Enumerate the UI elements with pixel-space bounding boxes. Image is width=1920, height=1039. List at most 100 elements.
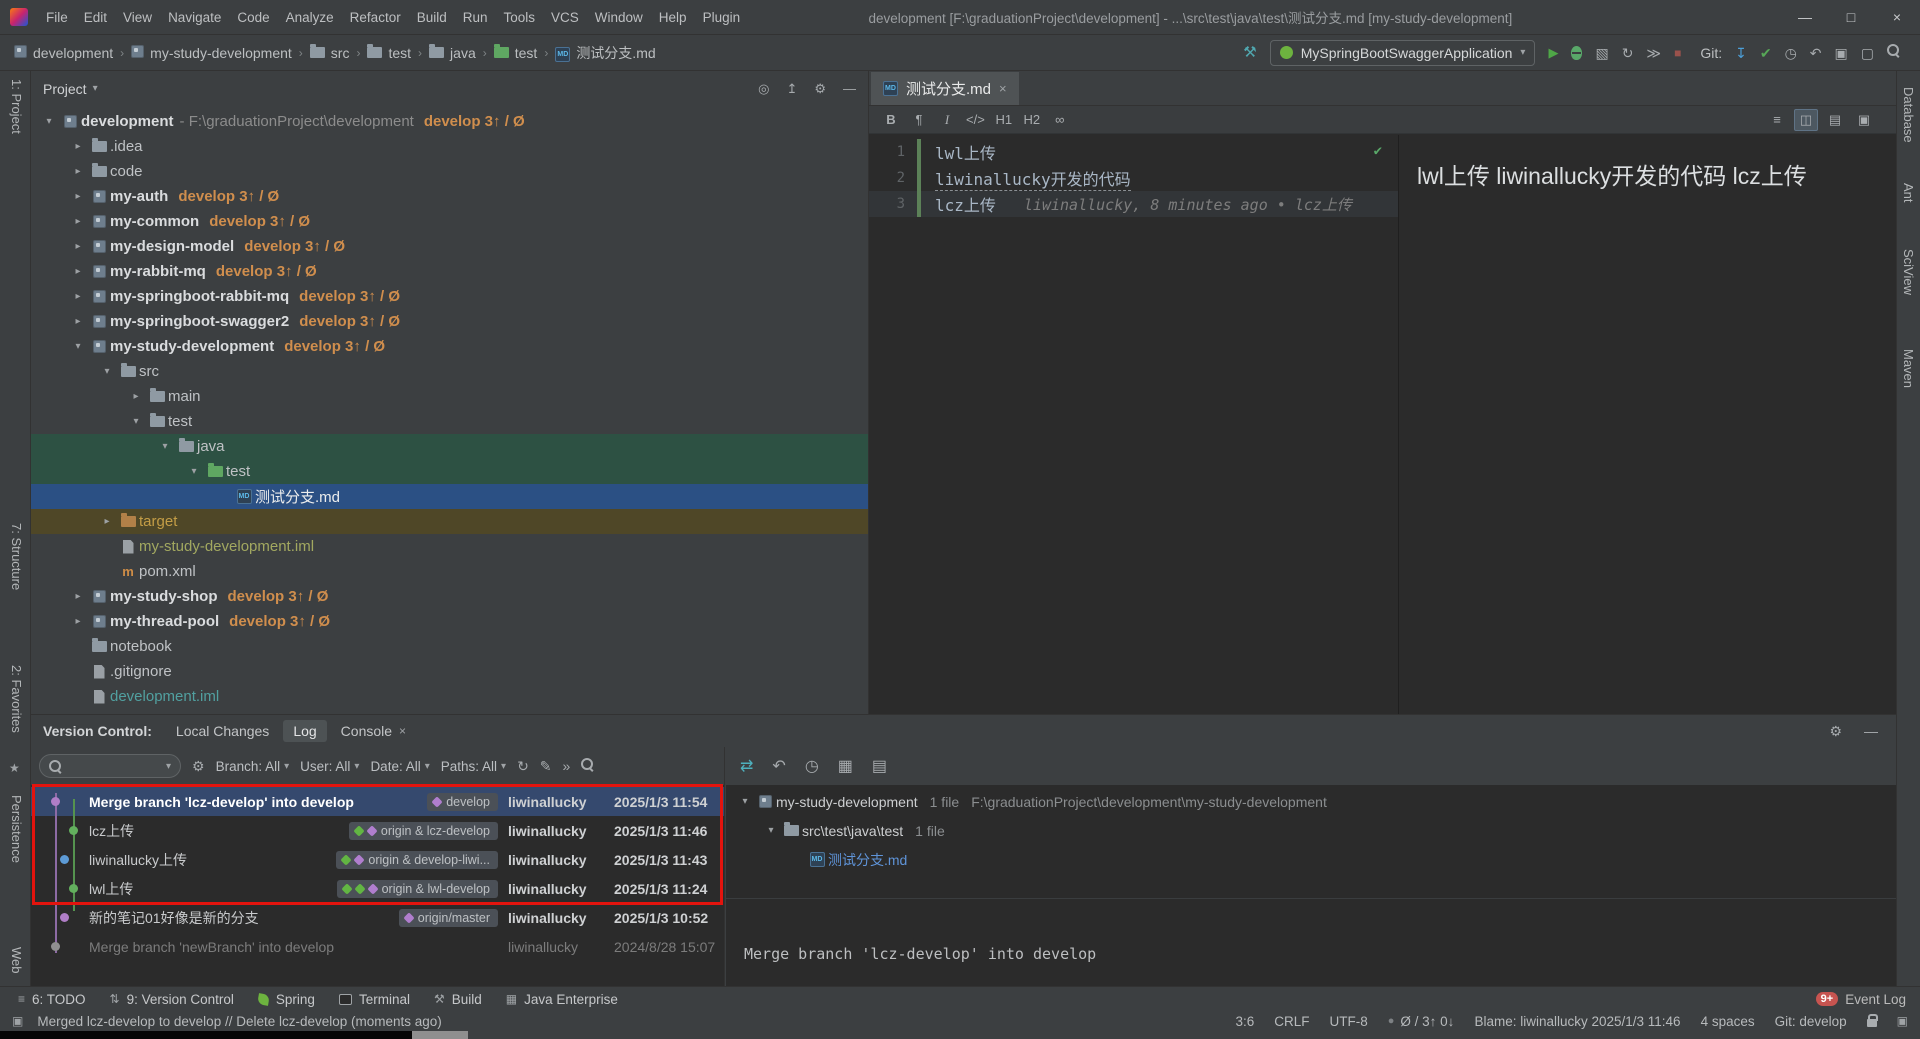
- commit-row[interactable]: liwinallucky上传 origin & develop-liwi... li…: [31, 845, 724, 874]
- close-icon[interactable]: ×: [399, 724, 406, 738]
- menu-file[interactable]: File: [38, 10, 76, 25]
- menu-code[interactable]: Code: [229, 10, 277, 25]
- tree-open-arrow-icon[interactable]: ▾: [762, 825, 780, 836]
- italic-icon[interactable]: I: [935, 109, 959, 131]
- tree-closed-arrow-icon[interactable]: ▸: [68, 241, 88, 252]
- go-to-hash-icon[interactable]: ✎: [540, 759, 552, 773]
- tree-open-arrow-icon[interactable]: ▾: [97, 366, 117, 377]
- pilcrow-icon[interactable]: ¶: [907, 109, 931, 131]
- editor-line-1[interactable]: 1 lwl上传: [869, 139, 1398, 165]
- tree-row-my-study-development-iml[interactable]: my-study-development.iml: [31, 534, 868, 559]
- tree-closed-arrow-icon[interactable]: ▸: [68, 191, 88, 202]
- tree-row-my-study-shop[interactable]: ▸ my-study-shop develop 3↑ / Ø: [31, 584, 868, 609]
- markdown-preview[interactable]: lwl上传 liwinallucky开发的代码 lcz上传: [1398, 135, 1886, 714]
- tree-row-pom-xml[interactable]: m pom.xml: [31, 559, 868, 584]
- git-ahead-behind-widget[interactable]: ● Ø / 3↑ 0↓: [1388, 1014, 1455, 1029]
- tree-row-my-thread-pool[interactable]: ▸ my-thread-pool develop 3↑ / Ø: [31, 609, 868, 634]
- tree-closed-arrow-icon[interactable]: ▸: [68, 591, 88, 602]
- commit-row[interactable]: lwl上传 origin & lwl-develop liwinallucky 202…: [31, 874, 724, 903]
- settings-gear-icon[interactable]: ⚙: [814, 81, 826, 97]
- tree-row-my-rabbit-mq[interactable]: ▸ my-rabbit-mq develop 3↑ / Ø: [31, 259, 868, 284]
- commit-row[interactable]: Merge branch 'newBranch' into develop liw…: [31, 932, 724, 961]
- rollback-icon[interactable]: ↶: [772, 756, 785, 776]
- run-button[interactable]: ▶: [1548, 46, 1558, 59]
- menu-edit[interactable]: Edit: [76, 10, 115, 25]
- menu-refactor[interactable]: Refactor: [342, 10, 409, 25]
- tree-row-my-springboot-rabbit-mq[interactable]: ▸ my-springboot-rabbit-mq develop 3↑ / Ø: [31, 284, 868, 309]
- bold-icon[interactable]: B: [879, 109, 903, 131]
- heading2-icon[interactable]: H2: [1020, 109, 1044, 131]
- rerun-button[interactable]: ↻: [1622, 46, 1634, 60]
- changed-file-row[interactable]: ▾ my-study-development 1 file F:\graduation…: [726, 787, 1896, 816]
- maximize-button[interactable]: □: [1828, 0, 1874, 34]
- coverage-button[interactable]: ▧: [1595, 46, 1608, 60]
- toolwindow-button-7-structure[interactable]: 7: Structure: [9, 523, 24, 590]
- tree-closed-arrow-icon[interactable]: ▸: [68, 291, 88, 302]
- debug-button[interactable]: [1571, 45, 1583, 60]
- breadcrumb-item-测试分支-md[interactable]: MD 测试分支.md: [551, 43, 659, 63]
- toolwindow-button-java-enterprise[interactable]: ▦ Java Enterprise: [494, 987, 630, 1011]
- toolwindow-button-terminal[interactable]: Terminal: [327, 987, 422, 1011]
- hide-panel-icon[interactable]: ―: [1864, 723, 1878, 740]
- tree-row-development[interactable]: ▾ development - F:\graduationProject\deve…: [31, 109, 868, 134]
- tree-row-my-study-development[interactable]: ▾ my-study-development develop 3↑ / Ø: [31, 334, 868, 359]
- breadcrumb-item-test[interactable]: test: [490, 43, 542, 61]
- toolwindow-button-ant[interactable]: Ant: [1901, 183, 1916, 203]
- filter-paths[interactable]: Paths: All ▾: [441, 759, 506, 774]
- toolwindow-button-build[interactable]: ⚒ Build: [422, 987, 494, 1011]
- toolwindow-button-6-todo[interactable]: ≡ 6: TODO: [6, 987, 98, 1011]
- tree-open-arrow-icon[interactable]: ▾: [736, 796, 754, 807]
- tree-open-arrow-icon[interactable]: ▾: [155, 441, 175, 452]
- toolwindow-button-persistence[interactable]: Persistence: [9, 795, 24, 863]
- git-commit-button[interactable]: ✔: [1760, 46, 1772, 60]
- breadcrumb-item-java[interactable]: java: [425, 43, 480, 61]
- minimize-button[interactable]: —: [1782, 0, 1828, 34]
- chevron-double-icon[interactable]: »: [563, 759, 571, 773]
- run-config-select[interactable]: MySpringBootSwaggerApplication ▾: [1269, 39, 1536, 66]
- editor-scrollbar[interactable]: [1886, 135, 1896, 714]
- tree-row-my-design-model[interactable]: ▸ my-design-model develop 3↑ / Ø: [31, 234, 868, 259]
- changed-file-row[interactable]: MD 测试分支.md: [726, 845, 1896, 874]
- log-search-input[interactable]: ▾: [39, 754, 181, 778]
- menu-build[interactable]: Build: [409, 10, 455, 25]
- vcs-tab-console[interactable]: Console ×: [331, 720, 416, 742]
- git-branch-widget[interactable]: Git: develop: [1775, 1014, 1847, 1029]
- build-hammer-icon[interactable]: ⚒: [1243, 45, 1256, 60]
- tree-row-development-iml[interactable]: development.iml: [31, 684, 868, 709]
- tree-row-notebook[interactable]: notebook: [31, 634, 868, 659]
- editor-only-icon[interactable]: ≡: [1765, 109, 1789, 131]
- settings-gear-icon[interactable]: ⚙: [1829, 723, 1842, 740]
- tree-closed-arrow-icon[interactable]: ▸: [68, 316, 88, 327]
- group-by-icon[interactable]: ▦: [838, 756, 853, 776]
- tree-open-arrow-icon[interactable]: ▾: [68, 341, 88, 352]
- line-ending-widget[interactable]: CRLF: [1274, 1014, 1309, 1029]
- git-update-button[interactable]: ↧: [1735, 46, 1747, 60]
- collapse-all-icon[interactable]: ↥: [786, 81, 797, 97]
- indicator-icon[interactable]: ▣: [1897, 1014, 1908, 1028]
- commit-row[interactable]: Merge branch 'lcz-develop' into develop d…: [31, 787, 724, 816]
- code-icon[interactable]: </>: [963, 109, 988, 131]
- tree-closed-arrow-icon[interactable]: ▸: [68, 266, 88, 277]
- menu-tools[interactable]: Tools: [496, 10, 544, 25]
- search-commits-button[interactable]: [581, 758, 594, 774]
- menu-window[interactable]: Window: [587, 10, 651, 25]
- tree-row-test[interactable]: ▾ test: [31, 409, 868, 434]
- tree-closed-arrow-icon[interactable]: ▸: [68, 141, 88, 152]
- run-anything-button[interactable]: ≫: [1646, 46, 1661, 60]
- menu-vcs[interactable]: VCS: [543, 10, 587, 25]
- changes-button[interactable]: ▣: [1835, 46, 1848, 60]
- toolwindow-button-maven[interactable]: Maven: [1901, 349, 1916, 388]
- editor-line-3[interactable]: 3 lcz上传 liwinallucky, 8 minutes ago • lcz上…: [869, 191, 1398, 217]
- toolwindow-button-1-project[interactable]: 1: Project: [9, 79, 24, 134]
- refresh-icon[interactable]: ↻: [517, 759, 529, 773]
- editor-line-2[interactable]: 2 liwinallucky开发的代码: [869, 165, 1398, 191]
- menu-plugin[interactable]: Plugin: [695, 10, 749, 25]
- tree-row-target[interactable]: ▸ target: [31, 509, 868, 534]
- tree-row-src[interactable]: ▾ src: [31, 359, 868, 384]
- filter-date[interactable]: Date: All ▾: [370, 759, 429, 774]
- tree-row-gitignore[interactable]: .gitignore: [31, 659, 868, 684]
- close-icon[interactable]: ×: [999, 81, 1007, 96]
- lock-icon[interactable]: [1866, 1014, 1878, 1027]
- indent-widget[interactable]: 4 spaces: [1701, 1014, 1755, 1029]
- blame-widget[interactable]: Blame: liwinallucky 2025/1/3 11:46: [1474, 1014, 1680, 1029]
